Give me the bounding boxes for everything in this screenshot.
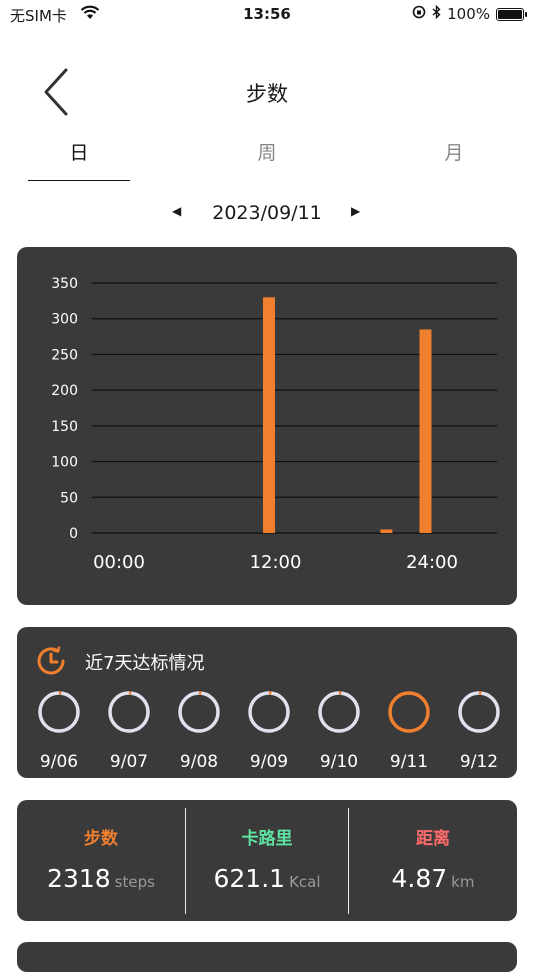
bar — [419, 329, 432, 533]
goal-day-label: 9/08 — [179, 752, 219, 772]
goal-day-label: 9/12 — [459, 752, 499, 772]
goal-ring[interactable] — [106, 689, 152, 739]
y-tick-label: 300 — [51, 312, 78, 328]
y-tick-label: 250 — [51, 347, 78, 363]
tab-day[interactable]: 日 — [28, 138, 130, 181]
page-title: 步数 — [246, 82, 288, 106]
period-tabs: 日 周 月 — [0, 138, 534, 182]
status-bar: 无SIM卡 13:56 100% — [0, 0, 534, 28]
goal-day-label: 9/10 — [319, 752, 359, 772]
stat-value: 621.1 — [213, 864, 286, 893]
battery-percent: 100% — [447, 5, 490, 23]
bar — [380, 529, 393, 533]
orientation-lock-icon — [412, 5, 426, 23]
stat-value: 4.87 — [391, 864, 448, 893]
stat-calories: 卡路里 621.1 Kcal — [186, 800, 348, 921]
next-card — [17, 942, 517, 972]
current-date: 2023/09/11 — [212, 202, 322, 224]
goal-ring[interactable] — [36, 689, 82, 739]
tab-month[interactable]: 月 — [403, 138, 505, 180]
steps-chart-card: 350 300 250 200 150 100 50 0 00:00 12:00 24:00 — [17, 247, 517, 605]
y-tick-label: 150 — [51, 419, 78, 435]
next-date-button[interactable]: ▶ — [351, 204, 360, 218]
goal-day-label: 9/09 — [249, 752, 289, 772]
x-tick-label: 24:00 — [406, 552, 458, 573]
stat-unit: Kcal — [289, 873, 321, 891]
stat-unit: steps — [114, 873, 155, 891]
stat-label: 卡路里 — [241, 829, 293, 849]
y-tick-label: 200 — [51, 383, 78, 399]
goal-status-card: 近7天达标情况 9/06 9/07 9/08 9/09 9/10 9/11 9/12 — [17, 627, 517, 778]
bluetooth-icon — [432, 4, 441, 23]
goal-day-label: 9/06 — [39, 752, 79, 772]
steps-bar-chart: 350 300 250 200 150 100 50 0 00:00 12:00 24:00 — [51, 276, 497, 573]
date-navigator: ◀ 2023/09/11 ▶ — [0, 200, 534, 230]
stat-label: 距离 — [416, 829, 450, 849]
y-tick-label: 0 — [69, 526, 78, 542]
goal-ring[interactable] — [316, 689, 362, 739]
goal-day-label: 9/11 — [389, 752, 429, 772]
clock-icon — [33, 643, 69, 683]
goal-ring[interactable] — [456, 689, 502, 739]
x-tick-label: 12:00 — [250, 552, 302, 573]
y-tick-label: 100 — [51, 455, 78, 471]
goal-title: 近7天达标情况 — [85, 653, 205, 674]
y-tick-label: 350 — [51, 276, 78, 292]
bar — [262, 297, 275, 533]
tab-week[interactable]: 周 — [216, 138, 318, 180]
stat-distance: 距离 4.87 km — [349, 800, 517, 921]
nav-bar: 步数 — [0, 60, 534, 120]
y-tick-label: 50 — [60, 490, 78, 506]
stat-value: 2318 — [47, 864, 111, 893]
summary-stats-card: 步数 2318 steps 卡路里 621.1 Kcal 距离 4.87 km — [17, 800, 517, 921]
stat-label: 步数 — [84, 829, 118, 849]
battery-icon — [496, 7, 527, 21]
stat-steps: 步数 2318 steps — [17, 800, 185, 921]
stat-unit: km — [451, 873, 475, 891]
goal-ring[interactable] — [246, 689, 292, 739]
goal-ring[interactable] — [386, 689, 432, 739]
goal-ring[interactable] — [176, 689, 222, 739]
goal-day-label: 9/07 — [109, 752, 149, 772]
x-tick-label: 00:00 — [93, 552, 145, 573]
